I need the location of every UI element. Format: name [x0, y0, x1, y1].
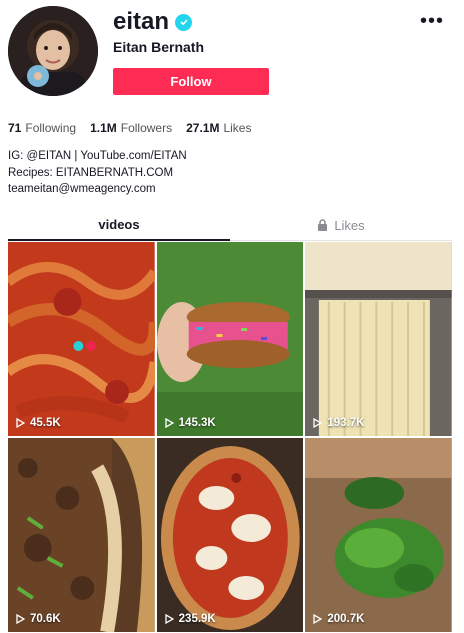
- view-count: 235.9K: [165, 613, 216, 625]
- view-count-label: 235.9K: [178, 613, 216, 625]
- play-icon: [165, 614, 174, 624]
- following-stat[interactable]: 71 Following: [8, 121, 76, 135]
- likes-stat: 27.1M Likes: [186, 121, 251, 135]
- view-count: 70.6K: [16, 613, 61, 625]
- tab-likes-label: Likes: [334, 217, 365, 233]
- video-thumbnail[interactable]: 45.5K: [8, 242, 155, 436]
- tab-videos-label: videos: [98, 217, 140, 232]
- video-thumbnail[interactable]: 145.3K: [156, 242, 304, 436]
- likes-count: 27.1M: [186, 121, 220, 135]
- view-count: 200.7K: [313, 613, 364, 625]
- view-count: 193.7K: [313, 417, 364, 429]
- tab-likes[interactable]: Likes: [230, 210, 452, 240]
- video-grid: 45.5K 145.3K 193.7K 70.6K 235.9K 200.7K: [8, 242, 452, 632]
- lock-icon: [318, 219, 328, 231]
- bio: IG: @EITAN | YouTube.com/EITAN Recipes: …: [8, 148, 187, 198]
- profile-tabs: videos Likes: [8, 210, 452, 241]
- video-thumbnail[interactable]: 70.6K: [8, 438, 155, 632]
- more-options-icon[interactable]: •••: [420, 10, 444, 33]
- view-count-label: 45.5K: [30, 417, 61, 429]
- play-icon: [16, 614, 25, 624]
- display-name: Eitan Bernath: [113, 39, 205, 55]
- following-count: 71: [8, 121, 22, 135]
- profile-stats: 71 Following 1.1M Followers 27.1M Likes: [8, 121, 251, 135]
- view-count-label: 200.7K: [327, 613, 365, 625]
- bio-line: Recipes: EITANBERNATH.COM: [8, 166, 174, 179]
- view-count-label: 145.3K: [178, 417, 216, 429]
- verified-badge-icon: [175, 13, 193, 31]
- avatar[interactable]: [8, 6, 98, 96]
- video-thumbnail[interactable]: 193.7K: [305, 242, 452, 436]
- view-count: 145.3K: [165, 417, 216, 429]
- follow-button[interactable]: Follow: [113, 68, 269, 95]
- bio-line: IG: @EITAN | YouTube.com/EITAN: [8, 150, 187, 162]
- following-label: Following: [25, 121, 77, 135]
- view-count: 45.5K: [16, 417, 61, 429]
- followers-stat[interactable]: 1.1M Followers: [90, 121, 172, 135]
- view-count-label: 193.7K: [327, 417, 365, 429]
- username: eitan: [113, 8, 170, 35]
- tab-videos[interactable]: videos: [8, 210, 230, 241]
- followers-label: Followers: [120, 121, 173, 135]
- video-thumbnail[interactable]: 235.9K: [156, 438, 304, 632]
- play-icon: [16, 418, 25, 428]
- likes-label: Likes: [223, 121, 252, 135]
- play-icon: [165, 418, 174, 428]
- play-icon: [313, 614, 323, 624]
- bio-email: teameitan@wmeagency.com: [8, 183, 156, 195]
- play-icon: [313, 418, 323, 428]
- view-count-label: 70.6K: [30, 613, 61, 625]
- video-thumbnail[interactable]: 200.7K: [305, 438, 452, 632]
- followers-count: 1.1M: [90, 121, 117, 135]
